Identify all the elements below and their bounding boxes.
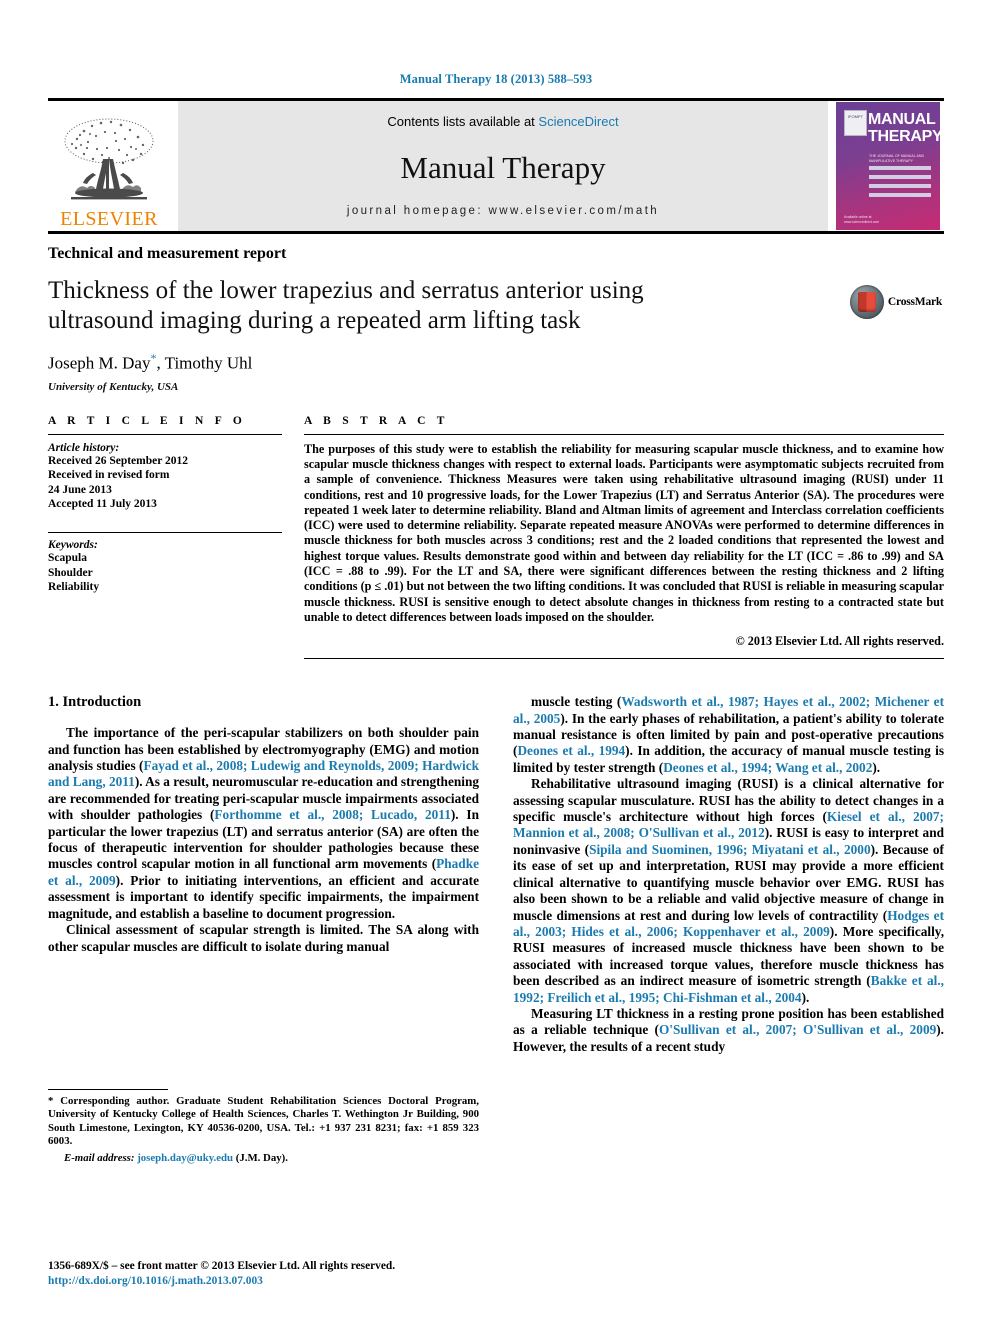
paragraph-text: Clinical assessment of scapular strength…: [48, 922, 479, 954]
elsevier-logo: ELSEVIER: [48, 101, 170, 231]
history-item: Received in revised form: [48, 469, 170, 482]
paragraph: Clinical assessment of scapular strength…: [48, 922, 479, 955]
body-columns: 1. Introduction The importance of the pe…: [48, 659, 944, 1165]
citation-link[interactable]: Deones et al., 1994: [517, 743, 625, 758]
abstract-text: The purposes of this study were to estab…: [304, 441, 944, 624]
history-item: 24 June 2013: [48, 483, 112, 496]
section-heading-introduction: 1. Introduction: [48, 694, 142, 711]
abstract-copyright: © 2013 Elsevier Ltd. All rights reserved…: [735, 634, 944, 649]
body-column-left: 1. Introduction The importance of the pe…: [48, 694, 479, 1165]
title-block: Thickness of the lower trapezius and ser…: [48, 263, 944, 393]
abstract-bottom-rule: [304, 658, 944, 660]
citation-link[interactable]: O'Sullivan et al., 2007; O'Sullivan et a…: [659, 1022, 936, 1037]
running-head: Manual Therapy 18 (2013) 588–593: [399, 72, 593, 86]
abstract-heading: A B S T R A C T: [304, 414, 449, 427]
affiliation: University of Kentucky, USA: [48, 380, 179, 393]
article-type-label: Technical and measurement report: [48, 245, 287, 262]
info-abstract-section: A R T I C L E I N F O Article history: R…: [48, 393, 944, 660]
crossmark-icon: [849, 285, 884, 319]
crossmark-label: CrossMark: [887, 296, 943, 308]
paragraph: muscle testing (Wadsworth et al., 1987; …: [513, 694, 944, 776]
elsevier-tree-icon: [64, 118, 154, 200]
intro-left-paragraphs: The importance of the peri-scapular stab…: [48, 725, 479, 955]
keywords-rule: [48, 532, 282, 534]
footnote-rule: [48, 1088, 168, 1090]
journal-cover-thumbnail: IFOMPT MANUAL THERAPY THE JOURNAL OF MAN…: [836, 102, 944, 230]
citation-link[interactable]: Forthomme et al., 2008; Lucado, 2011: [214, 807, 450, 822]
paragraph-text: ).: [801, 989, 810, 1005]
article-info-heading: A R T I C L E I N F O: [48, 414, 247, 427]
journal-band: Contents lists available at ScienceDirec…: [178, 101, 828, 231]
paragraph-text: ).: [872, 759, 881, 775]
email-label: E-mail address:: [64, 1151, 135, 1164]
keywords-heading: Keywords:: [48, 539, 98, 552]
paragraph: Measuring LT thickness in a resting pron…: [513, 1006, 944, 1055]
contents-prefix: Contents lists available at: [387, 114, 539, 129]
contents-available-line: Contents lists available at ScienceDirec…: [387, 114, 618, 129]
page-title: Thickness of the lower trapezius and ser…: [48, 277, 644, 334]
paragraph: The importance of the peri-scapular stab…: [48, 725, 479, 922]
corresponding-author-footnote: * Corresponding author. Graduate Student…: [48, 1088, 479, 1165]
cover-title-line1: MANUAL: [868, 111, 936, 128]
history-item: Received 26 September 2012: [48, 454, 188, 467]
footnote-text: * Corresponding author. Graduate Student…: [48, 1094, 479, 1148]
cover-subtitle: THE JOURNAL OF MANUAL AND MANIPULATIVE T…: [869, 154, 925, 163]
keyword-item: Shoulder: [48, 566, 93, 579]
email-attribution: (J.M. Day).: [235, 1151, 288, 1164]
keywords-block: Keywords: Scapula Shoulder Reliability: [48, 512, 282, 595]
abstract-column: A B S T R A C T The purposes of this stu…: [304, 415, 944, 660]
intro-right-paragraphs: muscle testing (Wadsworth et al., 1987; …: [513, 694, 944, 1055]
cover-decorative-lines: [869, 166, 931, 202]
history-item: Accepted 11 July 2013: [48, 498, 157, 511]
keyword-item: Reliability: [48, 581, 100, 594]
article-info-rule: [48, 433, 282, 435]
abstract-rule: [304, 433, 944, 435]
paragraph: Rehabilitative ultrasound imaging (RUSI)…: [513, 776, 944, 1006]
keyword-item: Scapula: [48, 552, 87, 565]
email-link[interactable]: joseph.day@uky.edu: [137, 1152, 233, 1164]
author-list: Joseph M. Day*, Timothy Uhl: [48, 336, 944, 374]
elsevier-wordmark: ELSEVIER: [60, 208, 158, 230]
article-history-heading: Article history:: [48, 441, 120, 454]
author-primary: Joseph M. Day: [48, 353, 151, 373]
paragraph-text: muscle testing (: [531, 694, 622, 710]
body-column-right: muscle testing (Wadsworth et al., 1987; …: [513, 694, 944, 1165]
author-secondary: , Timothy Uhl: [156, 353, 253, 373]
crossmark-badge[interactable]: CrossMark: [848, 285, 944, 319]
cover-footer-text: Available online at www.sciencedirect.co…: [844, 215, 880, 224]
cover-badge-text: IFOMPT: [847, 114, 864, 119]
sciencedirect-link[interactable]: ScienceDirect: [538, 114, 618, 129]
citation-link[interactable]: Sipila and Suominen, 1996; Miyatani et a…: [589, 842, 871, 857]
cover-title-line2: THERAPY: [868, 128, 943, 145]
paper-page: Manual Therapy 18 (2013) 588–593 ELSEVIE…: [0, 0, 992, 1323]
doi-link[interactable]: http://dx.doi.org/10.1016/j.math.2013.07…: [48, 1274, 478, 1289]
journal-masthead: ELSEVIER Contents lists available at Sci…: [48, 98, 944, 231]
journal-title: Manual Therapy: [400, 149, 606, 185]
ifompt-badge-icon: IFOMPT: [844, 110, 867, 136]
footnote-email-line: E-mail address: joseph.day@uky.edu (J.M.…: [48, 1149, 479, 1165]
page-footer: 1356-689X/$ – see front matter © 2013 El…: [48, 1259, 478, 1289]
article-info-column: A R T I C L E I N F O Article history: R…: [48, 415, 304, 660]
citation-link[interactable]: Deones et al., 1994; Wang et al., 2002: [663, 760, 872, 775]
cover-title: MANUAL THERAPY: [868, 111, 943, 145]
issn-copyright-line: 1356-689X/$ – see front matter © 2013 El…: [48, 1260, 396, 1272]
journal-homepage[interactable]: journal homepage: www.elsevier.com/math: [347, 205, 659, 217]
